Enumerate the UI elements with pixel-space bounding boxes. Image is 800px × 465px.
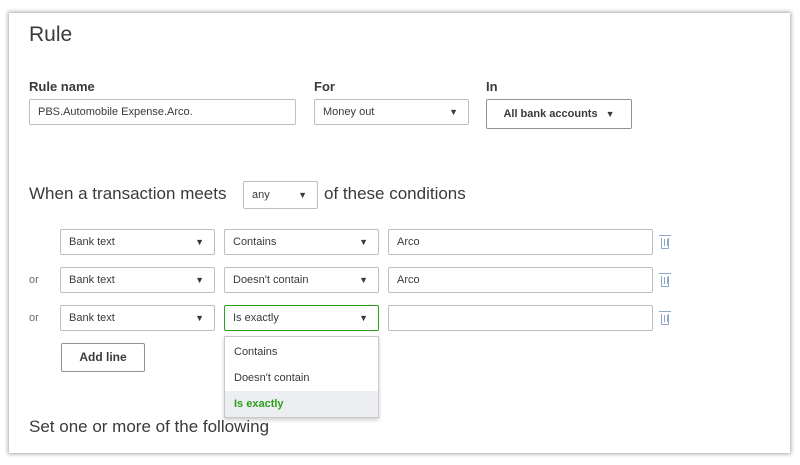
condition-2-operator-value: Doesn't contain (233, 274, 309, 286)
trash-icon[interactable] (659, 235, 671, 249)
condition-1-operator-value: Contains (233, 236, 277, 248)
chevron-down-icon: ▼ (195, 313, 204, 323)
condition-1-field-value: Bank text (69, 236, 115, 248)
match-type-value: any (252, 189, 270, 201)
bank-accounts-button[interactable]: All bank accounts ▼ (486, 99, 632, 129)
condition-3-value-input[interactable] (388, 305, 653, 331)
conditions-sentence-suffix: of these conditions (324, 184, 466, 203)
in-label: In (486, 79, 498, 94)
chevron-down-icon: ▼ (195, 275, 204, 285)
bank-accounts-button-label: All bank accounts (503, 108, 598, 120)
chevron-down-icon: ▼ (359, 313, 368, 323)
chevron-down-icon: ▼ (359, 237, 368, 247)
rule-panel: Rule Rule name PBS.Automobile Expense.Ar… (9, 13, 790, 453)
chevron-down-icon: ▼ (195, 237, 204, 247)
condition-3-field-value: Bank text (69, 312, 115, 324)
chevron-down-icon: ▼ (449, 107, 458, 117)
rule-name-label: Rule name (29, 79, 95, 94)
page-title: Rule (29, 23, 73, 46)
condition-3-connector: or (29, 312, 39, 324)
condition-1-value-input[interactable]: Arco (388, 229, 653, 255)
set-section-heading: Set one or more of the following (29, 417, 270, 436)
condition-1-operator-select[interactable]: Contains ▼ (224, 229, 379, 255)
for-select[interactable]: Money out ▼ (314, 99, 469, 125)
condition-2-connector: or (29, 274, 39, 286)
condition-3-operator-value: Is exactly (233, 312, 279, 324)
trash-icon[interactable] (659, 311, 671, 325)
for-label: For (314, 79, 335, 94)
operator-dropdown-menu: Contains Doesn't contain Is exactly (224, 336, 379, 418)
condition-2-field-value: Bank text (69, 274, 115, 286)
trash-icon[interactable] (659, 273, 671, 287)
conditions-sentence-prefix: When a transaction meets (29, 184, 227, 203)
for-select-value: Money out (323, 106, 375, 118)
condition-1-field-select[interactable]: Bank text ▼ (60, 229, 215, 255)
rule-name-input[interactable]: PBS.Automobile Expense.Arco. (29, 99, 296, 125)
chevron-down-icon: ▼ (605, 109, 615, 119)
condition-2-operator-select[interactable]: Doesn't contain ▼ (224, 267, 379, 293)
add-line-button[interactable]: Add line (61, 343, 145, 372)
condition-2-value-input[interactable]: Arco (388, 267, 653, 293)
dropdown-option-contains[interactable]: Contains (225, 339, 378, 365)
dropdown-option-doesnt-contain[interactable]: Doesn't contain (225, 365, 378, 391)
condition-2-field-select[interactable]: Bank text ▼ (60, 267, 215, 293)
condition-3-operator-select[interactable]: Is exactly ▼ (224, 305, 379, 331)
match-type-select[interactable]: any ▼ (243, 181, 318, 209)
dropdown-option-is-exactly[interactable]: Is exactly (225, 391, 378, 417)
chevron-down-icon: ▼ (359, 275, 368, 285)
chevron-down-icon: ▼ (298, 190, 307, 200)
condition-3-field-select[interactable]: Bank text ▼ (60, 305, 215, 331)
